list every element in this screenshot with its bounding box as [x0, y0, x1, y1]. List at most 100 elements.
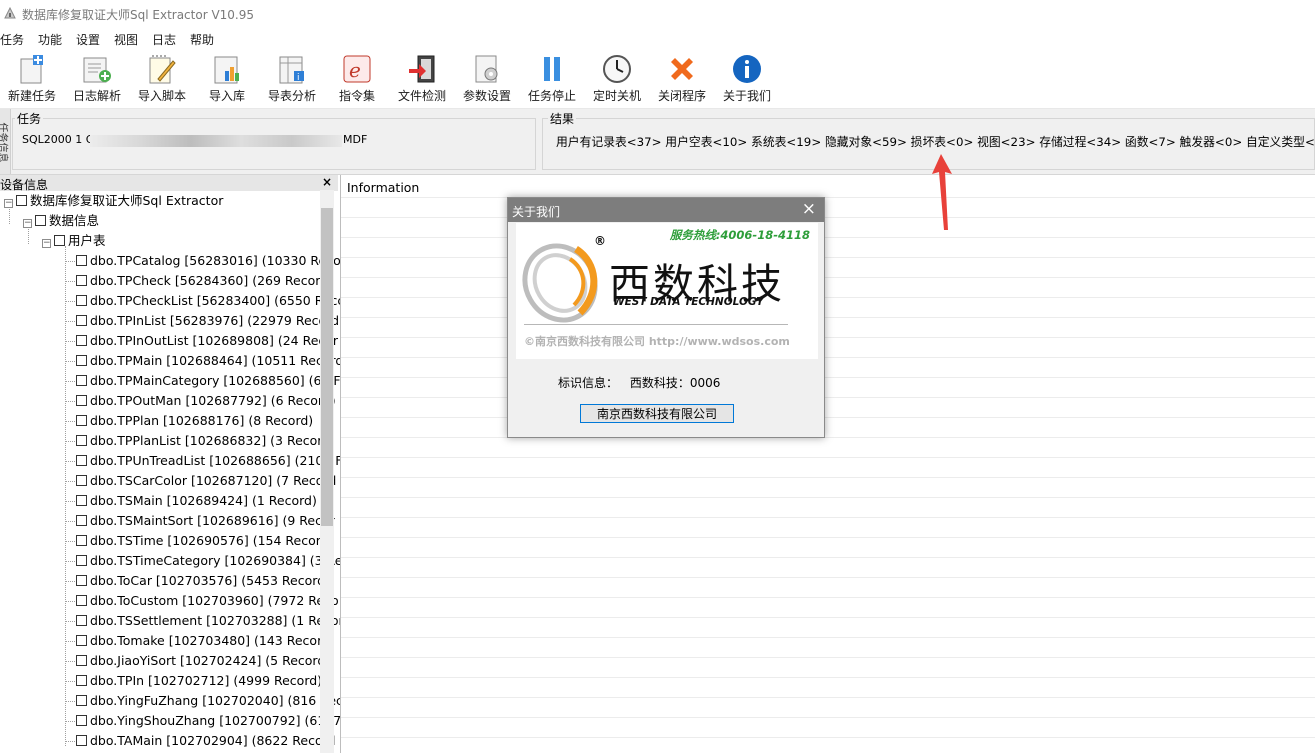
collapse-icon[interactable]: −: [42, 239, 51, 248]
table-row[interactable]: dbo.JiaoYiSort [102702424] (5 Record): [65, 651, 330, 671]
redacted-path: [90, 135, 342, 147]
menu-function[interactable]: 功能: [38, 31, 62, 48]
ident-info: 标识信息： 西数科技：0006: [558, 374, 720, 391]
table-row[interactable]: dbo.YingFuZhang [102702040] (816 Rec: [65, 691, 340, 711]
table-checkbox[interactable]: [76, 555, 87, 566]
import-script-button[interactable]: 导入脚本: [135, 51, 189, 105]
company-logo-banner: 服务热线:4006-18-4118 ® 西数科技 WEST DATA TECHN…: [516, 223, 818, 359]
table-checkbox[interactable]: [76, 635, 87, 646]
file-check-button[interactable]: 文件检测: [395, 51, 449, 105]
table-checkbox[interactable]: [76, 535, 87, 546]
menu-log[interactable]: 日志: [152, 31, 176, 48]
table-row[interactable]: dbo.TPInOutList [102689808] (24 Recor: [65, 331, 338, 351]
table-row[interactable]: dbo.ToCar [102703576] (5453 Record): [65, 571, 330, 591]
table-checkbox[interactable]: [76, 295, 87, 306]
command-set-button[interactable]: e 指令集: [335, 51, 379, 105]
collapse-icon[interactable]: −: [23, 219, 32, 228]
tree-node-user-tables[interactable]: − 用户表: [42, 231, 106, 251]
table-checkbox[interactable]: [76, 735, 87, 746]
table-label: dbo.TPPlan [102688176] (8 Record): [90, 413, 314, 428]
table-row[interactable]: dbo.TPCatalog [56283016] (10330 Reco: [65, 251, 340, 271]
device-panel-close-icon[interactable]: ×: [322, 175, 332, 189]
table-checkbox[interactable]: [76, 335, 87, 346]
task-stop-button[interactable]: 任务停止: [525, 51, 579, 105]
table-checkbox[interactable]: [76, 495, 87, 506]
checkbox[interactable]: [35, 215, 46, 226]
table-row[interactable]: dbo.TSSettlement [102703288] (1 Recor: [65, 611, 340, 631]
task-info-side-tab[interactable]: 任务信息: [0, 109, 11, 174]
table-checkbox[interactable]: [76, 435, 87, 446]
about-us-button[interactable]: 关于我们: [720, 51, 774, 105]
log-parse-label: 日志解析: [72, 89, 121, 103]
table-label: dbo.TAMain [102702904] (8622 Record: [90, 733, 336, 748]
table-row[interactable]: dbo.TPIn [102702712] (4999 Record): [65, 671, 322, 691]
brand-name-en: WEST DATA TECHNOLOGY: [613, 296, 764, 308]
scheduled-shutdown-button[interactable]: 定时关机: [590, 51, 644, 105]
table-checkbox[interactable]: [76, 355, 87, 366]
table-checkbox[interactable]: [76, 455, 87, 466]
table-checkbox[interactable]: [76, 315, 87, 326]
table-checkbox[interactable]: [76, 695, 87, 706]
table-row[interactable]: dbo.TPPlan [102688176] (8 Record): [65, 411, 314, 431]
table-checkbox[interactable]: [76, 375, 87, 386]
table-checkbox[interactable]: [76, 675, 87, 686]
table-checkbox[interactable]: [76, 655, 87, 666]
table-checkbox[interactable]: [76, 595, 87, 606]
table-row[interactable]: dbo.TPUnTreadList [102688656] (2106 F: [65, 451, 340, 471]
checkbox[interactable]: [16, 195, 27, 206]
table-analysis-icon: i: [279, 56, 304, 84]
table-row[interactable]: dbo.TSCarColor [102687120] (7 Record: [65, 471, 336, 491]
menu-settings[interactable]: 设置: [76, 31, 100, 48]
table-row[interactable]: dbo.TSMain [102689424] (1 Record): [65, 491, 317, 511]
import-db-icon: [214, 56, 239, 84]
new-task-button[interactable]: 新建任务: [6, 51, 58, 105]
table-row[interactable]: dbo.TPPlanList [102686832] (3 Record): [65, 431, 335, 451]
table-checkbox[interactable]: [76, 475, 87, 486]
close-program-button[interactable]: 关闭程序: [655, 51, 709, 105]
table-checkbox[interactable]: [76, 415, 87, 426]
table-row[interactable]: dbo.TPOutMan [102687792] (6 Record): [65, 391, 336, 411]
table-row[interactable]: dbo.TSTimeCategory [102690384] (3 Re: [65, 551, 341, 571]
param-settings-button[interactable]: 参数设置: [460, 51, 514, 105]
table-row[interactable]: dbo.TPInList [56283976] (22979 Record: [65, 311, 339, 331]
about-dialog-title: 关于我们: [512, 205, 561, 219]
table-analysis-button[interactable]: i 导表分析: [265, 51, 319, 105]
table-row[interactable]: dbo.TPMainCategory [102688560] (63 F: [65, 371, 341, 391]
table-row[interactable]: dbo.TPCheck [56284360] (269 Record): [65, 271, 333, 291]
tree-scrollbar-thumb[interactable]: [321, 208, 333, 526]
menu-help[interactable]: 帮助: [190, 31, 214, 48]
table-row[interactable]: dbo.TSTime [102690576] (154 Record): [65, 531, 334, 551]
table-row[interactable]: dbo.YingShouZhang [102700792] (6127: [65, 711, 341, 731]
table-row[interactable]: dbo.TSMaintSort [102689616] (9 Recor: [65, 511, 335, 531]
checkbox[interactable]: [54, 235, 65, 246]
table-checkbox[interactable]: [76, 515, 87, 526]
tree-node-data[interactable]: − 数据信息: [23, 211, 99, 231]
table-label: dbo.YingShouZhang [102700792] (6127: [90, 713, 341, 728]
menu-view[interactable]: 视图: [114, 31, 138, 48]
table-checkbox[interactable]: [76, 275, 87, 286]
company-logo-icon: ®: [522, 234, 606, 323]
task-path-prefix: SQL2000 1 G:: [22, 133, 98, 146]
collapse-icon[interactable]: −: [4, 199, 13, 208]
import-db-button[interactable]: 导入库: [203, 51, 251, 105]
table-row[interactable]: dbo.TPMain [102688464] (10511 Record: [65, 351, 340, 371]
table-label: dbo.TSTime [102690576] (154 Record): [90, 533, 334, 548]
table-row[interactable]: dbo.TAMain [102702904] (8622 Record: [65, 731, 336, 751]
table-row[interactable]: dbo.ToCustom [102703960] (7972 Reco: [65, 591, 339, 611]
company-button[interactable]: 南京西数科技有限公司: [580, 404, 734, 423]
table-checkbox[interactable]: [76, 395, 87, 406]
table-row[interactable]: dbo.Tomake [102703480] (143 Record): [65, 631, 335, 651]
log-parse-button[interactable]: 日志解析: [70, 51, 124, 105]
table-checkbox[interactable]: [76, 615, 87, 626]
table-checkbox[interactable]: [76, 715, 87, 726]
tree-root[interactable]: − 数据库修复取证大师Sql Extractor: [4, 191, 223, 211]
table-checkbox[interactable]: [76, 575, 87, 586]
about-dialog-close-button[interactable]: ×: [802, 199, 816, 219]
table-row[interactable]: dbo.TPCheckList [56283400] (6550 Recc: [65, 291, 340, 311]
table-label: dbo.TSMain [102689424] (1 Record): [90, 493, 317, 508]
menu-task[interactable]: 任务: [0, 31, 24, 48]
toolbar: 新建任务 日志解析 导入脚本 导入库 i 导表分析 e 指令集 文件检测 参数设…: [0, 49, 1315, 109]
table-label: dbo.TSTimeCategory [102690384] (3 Re: [90, 553, 341, 568]
table-label: dbo.TPMainCategory [102688560] (63 F: [90, 373, 341, 388]
table-checkbox[interactable]: [76, 255, 87, 266]
